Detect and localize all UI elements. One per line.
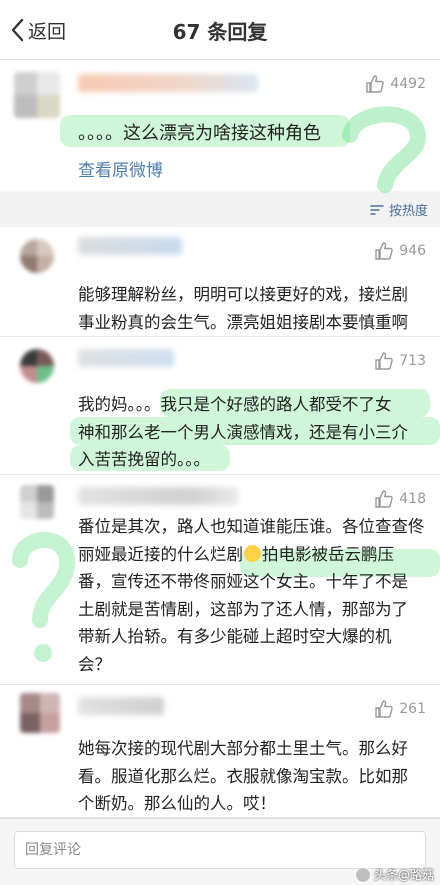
comment-line: 入苦苦挽留的。。。 (78, 450, 210, 469)
question-mark-scrawl-icon (12, 532, 75, 662)
watermark-text: 头条@路菇 (373, 868, 434, 882)
username-blurred[interactable] (78, 487, 238, 505)
reply-input[interactable]: 回复评论 (14, 831, 426, 869)
watermark-logo-icon (354, 866, 371, 883)
thumbs-up-icon (374, 489, 399, 509)
page-title: 67 条回复 (172, 20, 268, 44)
like-count: 713 (399, 353, 426, 369)
comment-text: 我的妈。。。我只是个好感的路人都受不了女 神和那么老一个男人演感情戏，还是有小三… (78, 391, 408, 474)
thumbs-up-icon (365, 74, 390, 94)
comment-line: 她每次接的现代剧大部分都土里土气。那么好 (78, 739, 408, 758)
avatar[interactable] (20, 693, 60, 733)
comment-line: 会？ (78, 654, 111, 674)
comment-card: 713 我的妈。。。我只是个好感的路人都受不了女 神和那么老一个男人演感情戏，还… (0, 337, 440, 475)
like-button[interactable]: 418 (374, 489, 426, 509)
comment-text: 番位是其次，路人也知道谁能压谁。各位查查佟 丽娅最近接的什么烂剧 拍电影被岳云鹏压… (78, 513, 425, 678)
comment-card: 261 她每次接的现代剧大部分都土里土气。那么好 看。服道化那么烂。衣服就像淘宝… (0, 685, 440, 818)
comment-text: 能够理解粉丝，明明可以接更好的戏，接烂剧 事业粉真的会生气。漂亮姐姐接剧本要慎重… (78, 281, 408, 336)
like-count: 418 (399, 491, 426, 507)
like-button[interactable]: 713 (374, 351, 426, 371)
smile-emoji-icon (244, 544, 261, 562)
username-blurred[interactable] (78, 237, 182, 255)
comment-fragment: 丽娅最近接的什么烂剧 (78, 544, 243, 564)
comment-line: 看。服道化那么烂。衣服就像淘宝款。比如那 (78, 766, 408, 786)
reply-bar: 回复评论 头条@路菇 (0, 818, 440, 885)
comment-line: 番，宣传还不带佟丽娅这个女主。十年了不是 (78, 572, 408, 591)
comment-line: 能够理解粉丝，明明可以接更好的戏，接烂剧 (78, 285, 408, 304)
comment-line: 事业粉真的会生气。漂亮姐姐接剧本要慎重啊 (78, 312, 408, 332)
comment-line: 带新人抬轿。有多少能碰上超时空大爆的机 (78, 627, 392, 646)
comment-text: 她每次接的现代剧大部分都土里土气。那么好 看。服道化那么烂。衣服就像淘宝款。比如… (78, 735, 408, 818)
thumbs-up-icon (374, 241, 399, 261)
comment-line: 我的妈。。。我只是个好感的路人都受不了女 (78, 395, 392, 414)
thumbs-up-icon (374, 699, 399, 719)
avatar[interactable] (20, 349, 54, 383)
post-text: 。。。。这么漂亮为啥接这种角色 (78, 123, 321, 144)
comment-line: 土剧就是苦情剧，这部为了还人情，那部为了 (78, 599, 408, 619)
like-button[interactable]: 261 (374, 699, 426, 719)
watermark: 头条@路菇 (354, 866, 434, 883)
thumbs-up-icon (374, 351, 399, 371)
comment-fragment: 拍电影被岳云鹏压 (262, 544, 394, 564)
comment-line: 个断奶。那么仙的人。哎！ (78, 794, 276, 813)
comment-line: 丽娅最近接的什么烂剧 拍电影被岳云鹏压 (78, 541, 425, 569)
question-mark-scrawl-icon (342, 106, 426, 193)
comment-card: 946 能够理解粉丝，明明可以接更好的戏，接烂剧 事业粉真的会生气。漂亮姐姐接剧… (0, 227, 440, 337)
avatar[interactable] (14, 72, 60, 118)
comment-line: 番位是其次，路人也知道谁能压谁。各位查查佟 (78, 517, 425, 536)
like-count: 261 (399, 701, 426, 717)
avatar[interactable] (20, 239, 54, 273)
like-count: 4492 (390, 76, 426, 92)
like-button[interactable]: 4492 (365, 74, 426, 94)
username-blurred[interactable] (78, 74, 258, 92)
username-blurred[interactable] (78, 349, 174, 367)
like-count: 946 (399, 243, 426, 259)
like-button[interactable]: 946 (374, 241, 426, 261)
comment-line: 神和那么老一个男人演感情戏，还是有小三介 (78, 422, 408, 442)
username-blurred[interactable] (78, 697, 164, 715)
avatar[interactable] (20, 485, 54, 519)
view-original-weibo-link[interactable]: 查看原微博 (78, 156, 163, 181)
navigation-bar: 返回 67 条回复 (0, 0, 440, 60)
